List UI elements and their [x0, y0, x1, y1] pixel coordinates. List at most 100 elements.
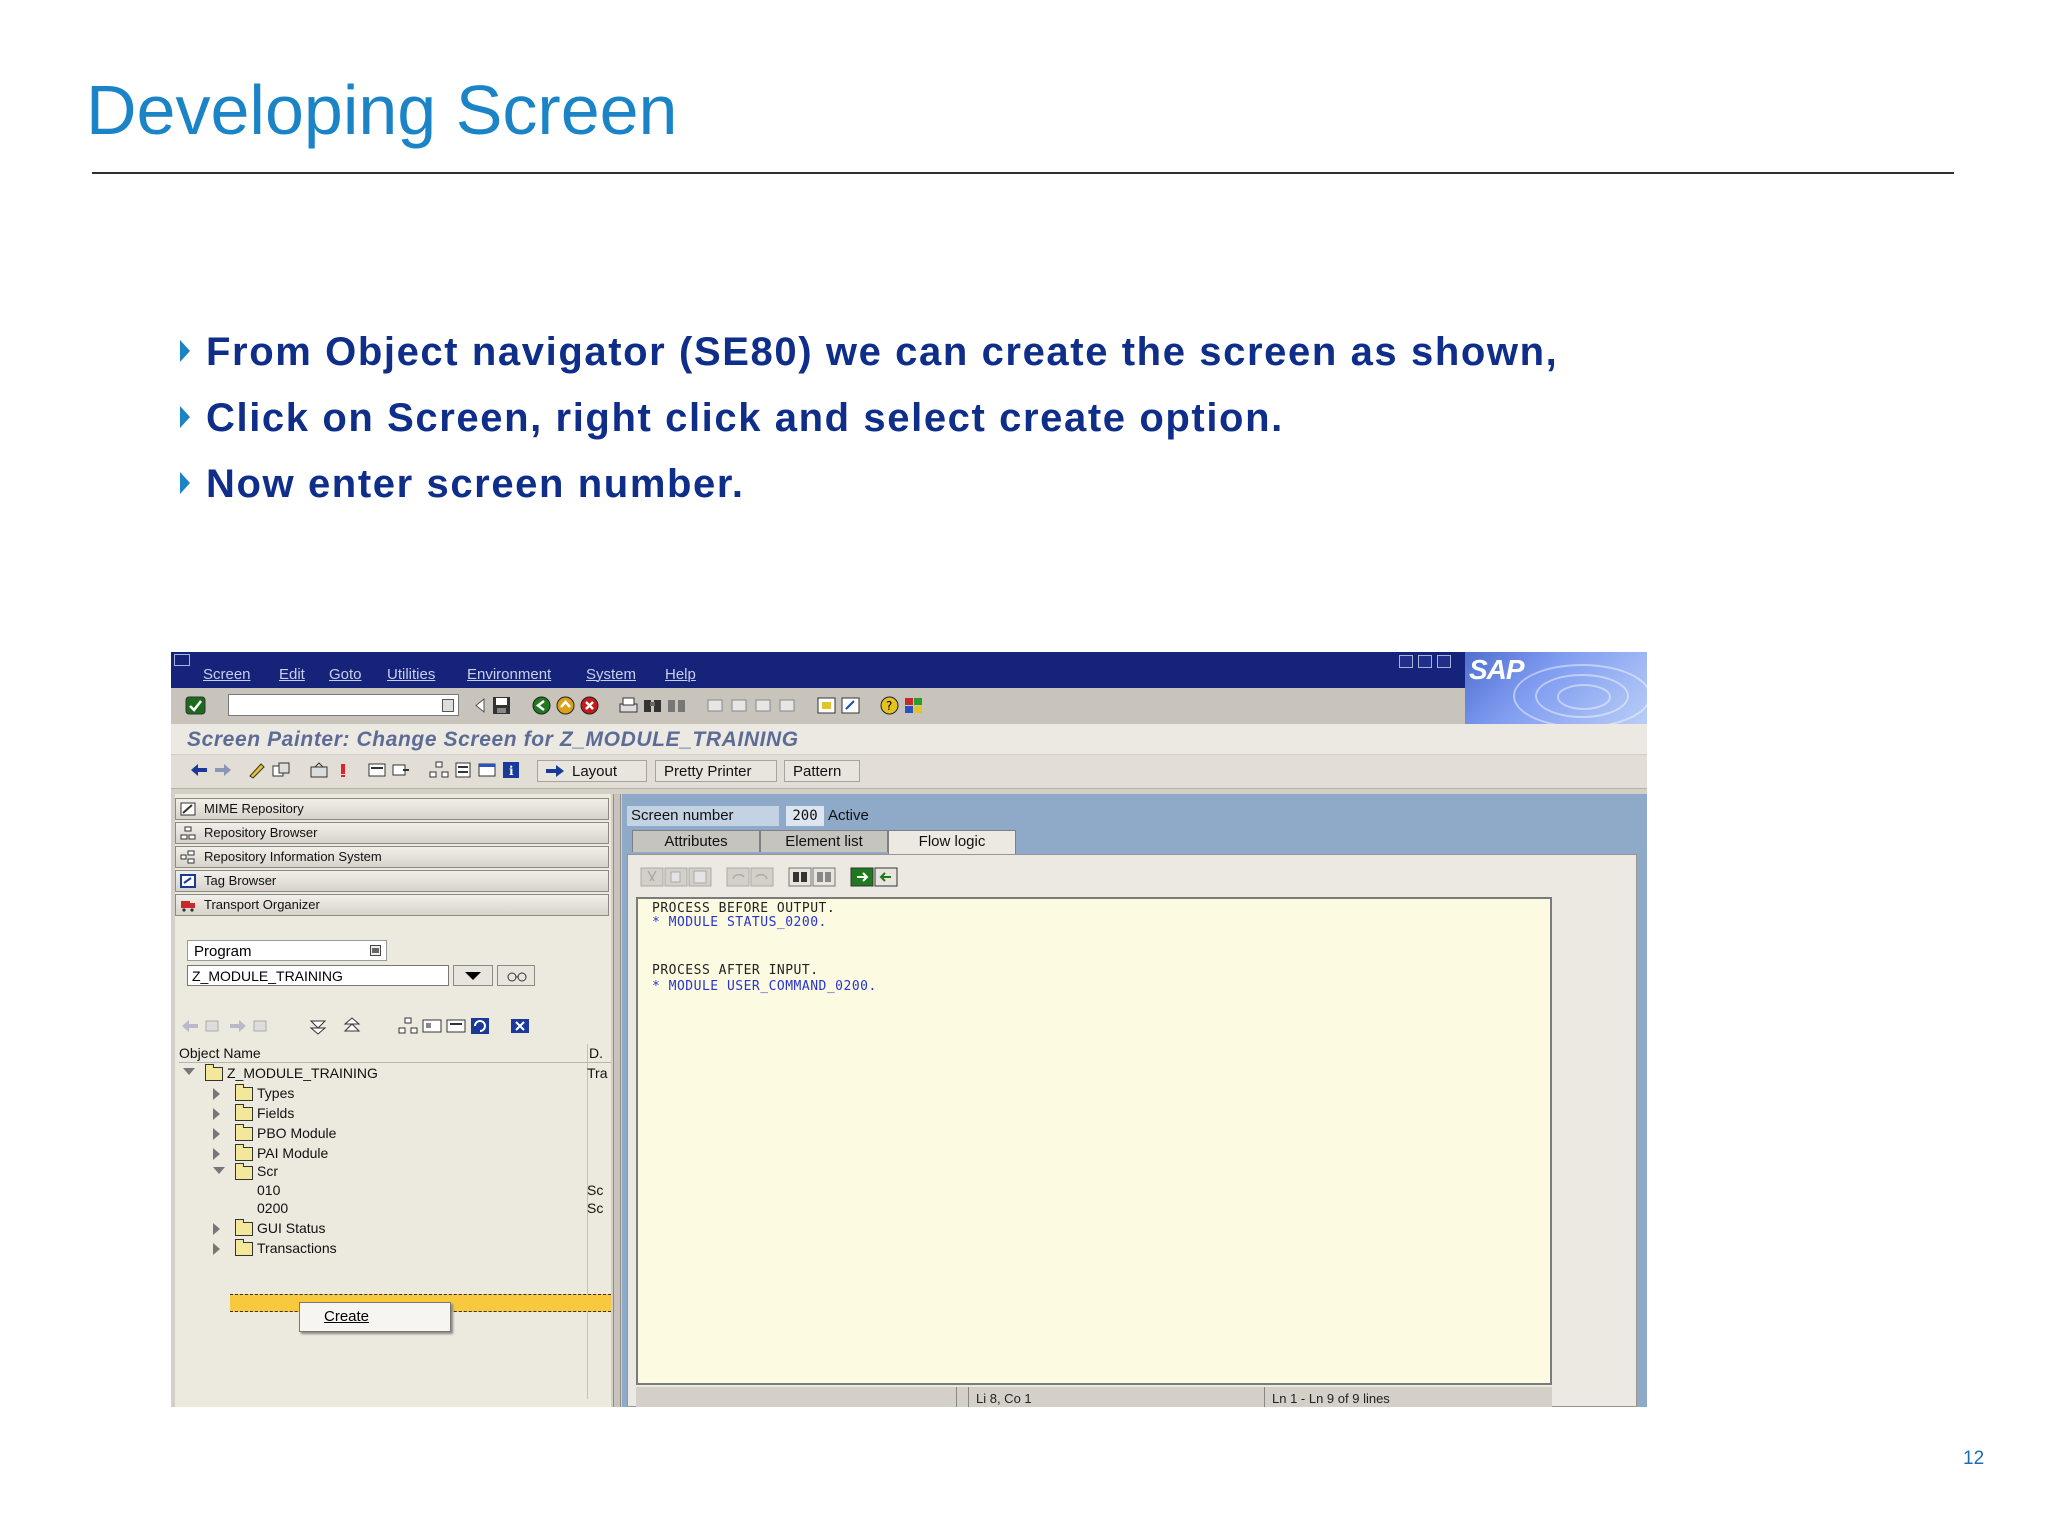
- navigation-window-icon[interactable]: [453, 761, 473, 779]
- display-button[interactable]: [497, 965, 535, 986]
- find-icon[interactable]: [642, 696, 663, 715]
- exit-icon[interactable]: [555, 696, 576, 715]
- previous-object-icon[interactable]: [179, 1016, 201, 1036]
- transport-organizer-button[interactable]: Transport Organizer: [175, 894, 609, 916]
- last-page-icon[interactable]: [777, 696, 798, 715]
- layout-button[interactable]: Layout: [537, 760, 647, 782]
- repository-information-system-button[interactable]: Repository Information System: [175, 846, 609, 868]
- collapse-icon[interactable]: [183, 1068, 195, 1075]
- cut-icon[interactable]: [640, 867, 664, 887]
- first-page-icon[interactable]: [705, 696, 726, 715]
- copy-icon[interactable]: [664, 867, 688, 887]
- help-icon[interactable]: ?: [879, 696, 900, 715]
- menu-environment[interactable]: Environment: [467, 666, 551, 683]
- object-type-select[interactable]: Program: [187, 940, 387, 961]
- pane-splitter[interactable]: [613, 794, 621, 1407]
- pretty-printer-button[interactable]: Pretty Printer: [655, 760, 777, 782]
- tree-node-screen-0100[interactable]: 010: [257, 1182, 280, 1202]
- collapse-all-icon[interactable]: [341, 1016, 363, 1036]
- refresh-icon[interactable]: [469, 1016, 491, 1036]
- check-icon[interactable]: [309, 761, 329, 779]
- activate-icon[interactable]: [333, 761, 353, 779]
- fullscreen-icon[interactable]: [477, 761, 497, 779]
- minimize-icon[interactable]: [1399, 655, 1413, 668]
- collapse-icon[interactable]: [213, 1167, 225, 1174]
- find-next-icon[interactable]: [666, 696, 687, 715]
- find-icon[interactable]: [788, 867, 812, 887]
- tag-browser-button[interactable]: Tag Browser: [175, 870, 609, 892]
- mime-repository-button[interactable]: MIME Repository: [175, 798, 609, 820]
- tab-element-list[interactable]: Element list: [760, 830, 888, 852]
- command-field[interactable]: [228, 694, 459, 716]
- pattern-button[interactable]: Pattern: [784, 760, 860, 782]
- tab-flow-logic[interactable]: Flow logic: [888, 830, 1016, 854]
- menu-system[interactable]: System: [586, 666, 636, 683]
- object-list-icon[interactable]: [429, 761, 449, 779]
- info-icon[interactable]: i: [501, 761, 521, 779]
- where-used-icon[interactable]: [391, 761, 411, 779]
- menu-edit[interactable]: Edit: [279, 666, 305, 683]
- shortcut-icon[interactable]: [840, 696, 861, 715]
- paste-icon[interactable]: [688, 867, 712, 887]
- next-page-icon[interactable]: [753, 696, 774, 715]
- previous-page-icon[interactable]: [729, 696, 750, 715]
- object-name-column-header[interactable]: Object Name: [179, 1045, 261, 1061]
- forward-arrow-icon[interactable]: [213, 761, 233, 779]
- folder-icon: [235, 1104, 253, 1121]
- menu-goto[interactable]: Goto: [329, 666, 362, 683]
- customize-layout-icon[interactable]: [903, 696, 924, 715]
- object-list-history-icon[interactable]: [249, 1016, 271, 1036]
- download-icon[interactable]: [874, 867, 898, 887]
- expand-icon[interactable]: [213, 1088, 220, 1100]
- object-name-input[interactable]: Z_MODULE_TRAINING: [187, 965, 449, 986]
- hierarchy-icon[interactable]: [397, 1016, 419, 1036]
- close-icon[interactable]: [1437, 655, 1451, 668]
- back-arrow-icon[interactable]: [189, 761, 209, 779]
- close-browser-icon[interactable]: [509, 1016, 531, 1036]
- other-object-icon[interactable]: [271, 761, 291, 779]
- menu-help[interactable]: Help: [665, 666, 696, 683]
- display-change-icon[interactable]: [247, 761, 267, 779]
- redo-icon[interactable]: [750, 867, 774, 887]
- menu-utilities[interactable]: Utilities: [387, 666, 435, 683]
- truck-icon: [181, 901, 195, 912]
- find-next-icon[interactable]: [812, 867, 836, 887]
- expand-icon[interactable]: [213, 1108, 220, 1120]
- save-icon[interactable]: [491, 696, 512, 715]
- back-icon[interactable]: [531, 696, 552, 715]
- cancel-icon[interactable]: [579, 696, 600, 715]
- folder-icon: [235, 1239, 253, 1256]
- maximize-icon[interactable]: [1418, 655, 1432, 668]
- pattern-label: Pattern: [793, 763, 842, 780]
- expand-icon[interactable]: [213, 1148, 220, 1160]
- next-object-icon[interactable]: [227, 1016, 249, 1036]
- undo-icon[interactable]: [726, 867, 750, 887]
- expand-icon[interactable]: [213, 1243, 220, 1255]
- title-divider: [92, 172, 1954, 174]
- expand-all-icon[interactable]: [307, 1016, 329, 1036]
- test-icon[interactable]: [367, 761, 387, 779]
- tab-attributes[interactable]: Attributes: [632, 830, 760, 852]
- folder-icon: [235, 1084, 253, 1101]
- description-column-header[interactable]: D.: [589, 1045, 603, 1061]
- print-icon[interactable]: [618, 696, 639, 715]
- object-display-icon[interactable]: [421, 1016, 443, 1036]
- new-session-icon[interactable]: [816, 696, 837, 715]
- back-arrow-small-icon[interactable]: [470, 696, 491, 715]
- object-history-icon[interactable]: [201, 1016, 223, 1036]
- command-history-icon[interactable]: [442, 699, 454, 712]
- repository-browser-button[interactable]: Repository Browser: [175, 822, 609, 844]
- list-display-icon[interactable]: [445, 1016, 467, 1036]
- window-menu-icon[interactable]: [174, 654, 190, 666]
- upload-icon[interactable]: [850, 867, 874, 887]
- expand-icon[interactable]: [213, 1223, 220, 1235]
- tree-column-header: Object Name D.: [179, 1044, 611, 1063]
- flow-logic-editor[interactable]: PROCESS BEFORE OUTPUT. * MODULE STATUS_0…: [636, 897, 1552, 1385]
- context-menu-create[interactable]: Create: [324, 1308, 369, 1325]
- tree-node-screen-0200[interactable]: 0200: [257, 1200, 288, 1220]
- bullet-text: From Object navigator (SE80) we can crea…: [206, 330, 1559, 374]
- enter-icon[interactable]: [185, 696, 206, 715]
- expand-icon[interactable]: [213, 1128, 220, 1140]
- menu-screen[interactable]: Screen: [203, 666, 251, 683]
- object-name-dropdown-button[interactable]: [453, 965, 493, 986]
